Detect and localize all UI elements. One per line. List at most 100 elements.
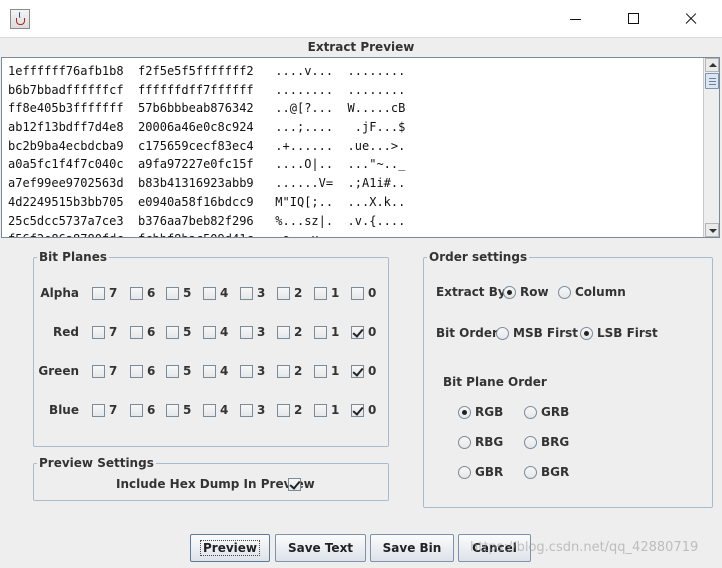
bit-checkbox-alpha-4[interactable] [203,287,216,300]
preview-line: ff8e405b3fffffff 57b6bbbeab876342 ..@[?.… [8,101,406,116]
arrow-down-icon [709,229,717,233]
bit-checkbox-green-0[interactable] [351,365,364,378]
bit-label: 4 [220,286,229,300]
save-text-button[interactable]: Save Text [275,534,366,562]
order-settings-legend: Order settings [429,250,528,264]
bit-label: 0 [368,286,377,300]
bit-checkbox-blue-7[interactable] [92,404,105,417]
minimize-icon [570,19,581,20]
bit-label: 6 [147,325,156,339]
bit-checkbox-blue-5[interactable] [166,404,179,417]
bit-checkbox-alpha-7[interactable] [92,287,105,300]
bit-plane-row-label: Blue [49,403,79,417]
bit-plane-order-gbr-label: GBR [475,465,504,479]
maximize-button[interactable] [604,0,662,38]
bit-planes-group: Bit Planes [33,250,389,447]
bit-label: 0 [368,403,377,417]
extract-by-column-radio[interactable] [558,286,571,299]
bit-checkbox-green-3[interactable] [240,365,253,378]
close-button[interactable] [662,0,720,38]
bit-plane-order-grb-label: GRB [541,405,570,419]
bit-label: 6 [147,364,156,378]
bit-checkbox-alpha-1[interactable] [314,287,327,300]
bit-checkbox-alpha-6[interactable] [130,287,143,300]
title-bar [0,0,722,38]
bit-plane-order-rgb-radio[interactable] [458,406,471,419]
bit-label: 1 [331,325,340,339]
hex-dump-checkbox[interactable] [288,478,301,491]
scroll-up-button[interactable] [705,58,719,72]
hex-dump-label: Include Hex Dump In Preview [116,477,315,491]
bit-checkbox-red-0[interactable] [351,326,364,339]
preview-content: 1effffff76afb1b8 f2f5e5f5fffffff2 ....v.… [8,62,698,237]
bit-plane-order-bgr-label: BGR [541,465,570,479]
bit-checkbox-red-7[interactable] [92,326,105,339]
bit-label: 5 [183,325,192,339]
extract-by-column-label: Column [575,285,626,299]
bit-checkbox-green-7[interactable] [92,365,105,378]
bit-checkbox-red-3[interactable] [240,326,253,339]
bit-plane-row-label: Green [38,364,79,378]
bit-plane-order-brg-radio[interactable] [524,436,537,449]
bit-checkbox-green-6[interactable] [130,365,143,378]
bit-checkbox-red-4[interactable] [203,326,216,339]
bit-label: 2 [294,364,303,378]
lsb-first-radio[interactable] [580,327,593,340]
bit-checkbox-blue-4[interactable] [203,404,216,417]
minimize-button[interactable] [546,0,604,38]
bit-plane-order-brg-label: BRG [541,435,570,449]
bit-label: 5 [183,364,192,378]
bit-checkbox-red-6[interactable] [130,326,143,339]
msb-first-radio[interactable] [496,327,509,340]
save-bin-button[interactable]: Save Bin [370,534,454,562]
bit-label: 2 [294,403,303,417]
bit-label: 3 [257,286,266,300]
bit-label: 6 [147,403,156,417]
bit-checkbox-green-2[interactable] [277,365,290,378]
preview-button[interactable]: Preview [190,534,270,562]
preview-line: 1effffff76afb1b8 f2f5e5f5fffffff2 ....v.… [8,64,406,78]
scroll-thumb[interactable] [705,73,719,89]
java-cup-icon [10,9,30,29]
scroll-down-button[interactable] [705,223,719,237]
preview-line: a0a5fc1f4f7c040c a9fa97227e0fc15f ....O|… [8,157,406,172]
bit-planes-legend: Bit Planes [39,250,108,264]
bit-label: 7 [109,403,118,417]
bit-checkbox-alpha-0[interactable] [351,287,364,300]
bit-plane-order-bgr-radio[interactable] [524,466,537,479]
preview-line: a7ef99ee9702563d b83b41316923abb9 ......… [8,176,406,191]
extract-by-row-radio[interactable] [503,286,516,299]
bit-checkbox-red-1[interactable] [314,326,327,339]
bit-plane-order-grb-radio[interactable] [524,406,537,419]
bit-order-label: Bit Order [436,326,498,340]
bit-checkbox-blue-3[interactable] [240,404,253,417]
watermark: https://blog.csdn.net/qq_42880719 [470,540,699,555]
preview-text-area[interactable]: 1effffff76afb1b8 f2f5e5f5fffffff2 ....v.… [1,57,720,238]
bit-checkbox-alpha-3[interactable] [240,287,253,300]
preview-line: bc2b9ba4ecbdcba9 c175659cecf83ec4 .+....… [8,138,406,153]
bit-plane-order-gbr-radio[interactable] [458,466,471,479]
preview-line: 25c5dcc5737a7ce3 b376aa7beb82f296 %...sz… [8,213,406,228]
bit-plane-row-label: Alpha [40,286,79,300]
bit-plane-order-rbg-radio[interactable] [458,436,471,449]
vertical-scrollbar[interactable] [703,58,719,237]
bit-checkbox-green-1[interactable] [314,365,327,378]
bit-label: 0 [368,364,377,378]
bit-checkbox-red-5[interactable] [166,326,179,339]
bit-checkbox-alpha-5[interactable] [166,287,179,300]
bit-checkbox-blue-1[interactable] [314,404,327,417]
bit-label: 7 [109,364,118,378]
bit-checkbox-green-5[interactable] [166,365,179,378]
bit-checkbox-red-2[interactable] [277,326,290,339]
bit-plane-order-rbg-label: RBG [475,435,504,449]
bit-checkbox-blue-6[interactable] [130,404,143,417]
bit-label: 3 [257,364,266,378]
bit-label: 4 [220,325,229,339]
bit-checkbox-alpha-2[interactable] [277,287,290,300]
bit-checkbox-blue-2[interactable] [277,404,290,417]
preview-line: ab12f13bdff7d4e8 20006a46e0c8c924 ...;..… [8,120,406,135]
bit-checkbox-green-4[interactable] [203,365,216,378]
bit-checkbox-blue-0[interactable] [351,404,364,417]
lsb-first-label: LSB First [597,326,658,340]
bit-label: 1 [331,403,340,417]
